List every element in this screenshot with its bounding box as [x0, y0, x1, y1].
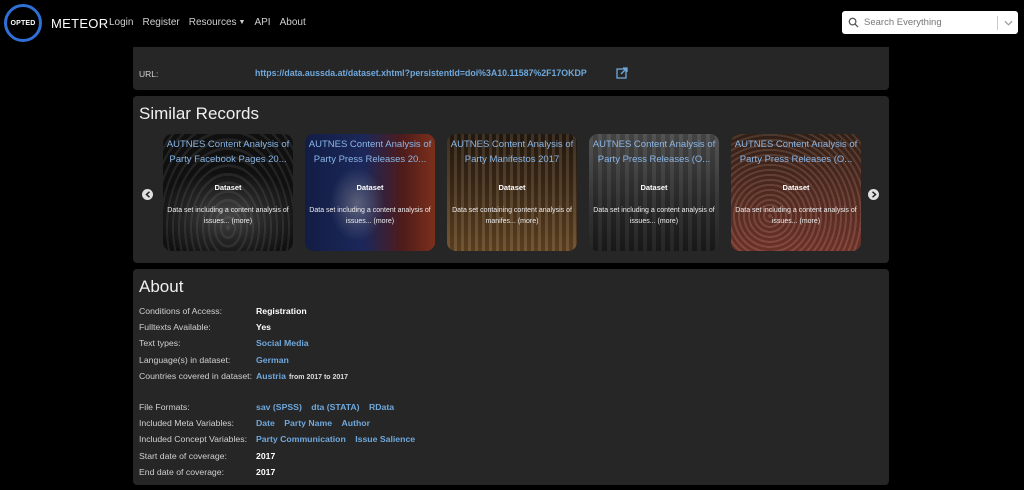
end-date-value: 2017 [256, 467, 276, 477]
nav-about[interactable]: About [280, 17, 306, 28]
similar-record-card[interactable]: AUTNES Content Analysis of Party Faceboo… [163, 134, 293, 251]
similar-records-panel: Similar Records AUTNES Content Analysis … [133, 96, 889, 263]
meta-link-date[interactable]: Date [256, 418, 275, 428]
end-date-label: End date of coverage: [139, 467, 225, 477]
start-date-label: Start date of coverage: [139, 451, 227, 461]
card-title[interactable]: AUTNES Content Analysis of Party Press R… [591, 137, 717, 182]
fulltexts-value: Yes [256, 322, 271, 332]
brand-name[interactable]: METEOR [51, 16, 108, 31]
card-type: Dataset [214, 183, 242, 192]
search-input[interactable] [864, 12, 997, 33]
meta-link-author[interactable]: Author [342, 418, 370, 428]
countries-label: Countries covered in dataset: [139, 371, 253, 381]
card-type: Dataset [640, 183, 668, 192]
start-date-value: 2017 [256, 451, 276, 461]
concept-link-issue-salience[interactable]: Issue Salience [355, 434, 415, 444]
chevron-down-icon[interactable] [998, 11, 1018, 34]
nav-menu: Login Register Resources ▼ API About [109, 17, 315, 28]
external-link-icon[interactable] [616, 67, 628, 79]
about-title: About [139, 277, 184, 296]
format-link-stata[interactable]: dta (STATA) [311, 402, 359, 412]
card-description: Data set including a content analysis of… [309, 207, 431, 225]
fulltexts-label: Fulltexts Available: [139, 322, 211, 332]
carousel-next-button[interactable] [868, 189, 879, 200]
card-title[interactable]: AUTNES Content Analysis of Party Faceboo… [165, 137, 291, 182]
similar-record-card[interactable]: AUTNES Content Analysis of Party Manifes… [447, 134, 577, 251]
similar-records-title: Similar Records [139, 104, 259, 123]
card-type: Dataset [356, 183, 384, 192]
about-panel: About Conditions of Access: Registration… [133, 269, 889, 485]
similar-record-card[interactable]: AUTNES Content Analysis of Party Press R… [589, 134, 719, 251]
chevron-right-icon [871, 191, 877, 198]
similar-record-card[interactable]: AUTNES Content Analysis of Party Press R… [305, 134, 435, 251]
conditions-label: Conditions of Access: [139, 306, 223, 316]
chevron-left-icon [144, 191, 150, 198]
card-type: Dataset [498, 183, 526, 192]
dataset-url-link[interactable]: https://data.aussda.at/dataset.xhtml?per… [255, 68, 587, 78]
format-link-spss[interactable]: sav (SPSS) [256, 402, 302, 412]
languages-label: Language(s) in dataset: [139, 355, 231, 365]
similar-record-card[interactable]: AUTNES Content Analysis of Party Press R… [731, 134, 861, 251]
search-icon [842, 11, 864, 34]
card-title[interactable]: AUTNES Content Analysis of Party Press R… [733, 137, 859, 182]
nav-register[interactable]: Register [142, 17, 179, 28]
nav-api[interactable]: API [254, 17, 270, 28]
language-link[interactable]: German [256, 355, 289, 365]
card-description: Data set including a content analysis of… [593, 207, 715, 225]
card-type: Dataset [782, 183, 810, 192]
meta-variables-label: Included Meta Variables: [139, 418, 234, 428]
conditions-value: Registration [256, 306, 307, 316]
global-search [842, 11, 1018, 34]
carousel-prev-button[interactable] [142, 189, 153, 200]
concept-link-party-communication[interactable]: Party Communication [256, 434, 346, 444]
text-type-link[interactable]: Social Media [256, 338, 309, 348]
concept-variables-label: Included Concept Variables: [139, 434, 248, 444]
meta-link-party-name[interactable]: Party Name [284, 418, 332, 428]
url-label: URL: [139, 69, 159, 79]
nav-resources-label: Resources [188, 17, 237, 28]
countries-range: from 2017 to 2017 [288, 374, 349, 381]
card-description: Data set containing content analysis of … [452, 207, 572, 225]
caret-down-icon: ▼ [238, 19, 246, 26]
text-types-label: Text types: [139, 338, 181, 348]
nav-login[interactable]: Login [109, 17, 133, 28]
country-link[interactable]: Austria [256, 371, 286, 381]
card-title[interactable]: AUTNES Content Analysis of Party Manifes… [449, 137, 575, 182]
top-navbar: OPTED METEOR Login Register Resources ▼ A… [0, 0, 1024, 46]
card-title[interactable]: AUTNES Content Analysis of Party Press R… [307, 137, 433, 182]
url-panel: URL: https://data.aussda.at/dataset.xhtm… [133, 47, 889, 90]
logo-text: OPTED [10, 19, 36, 27]
opted-logo[interactable]: OPTED [4, 4, 42, 42]
nav-resources[interactable]: Resources ▼ [189, 17, 246, 28]
formats-label: File Formats: [139, 402, 190, 412]
card-description: Data set including a content analysis of… [735, 207, 857, 225]
format-link-rdata[interactable]: RData [369, 402, 394, 412]
card-description: Data set including a content analysis of… [167, 207, 289, 225]
